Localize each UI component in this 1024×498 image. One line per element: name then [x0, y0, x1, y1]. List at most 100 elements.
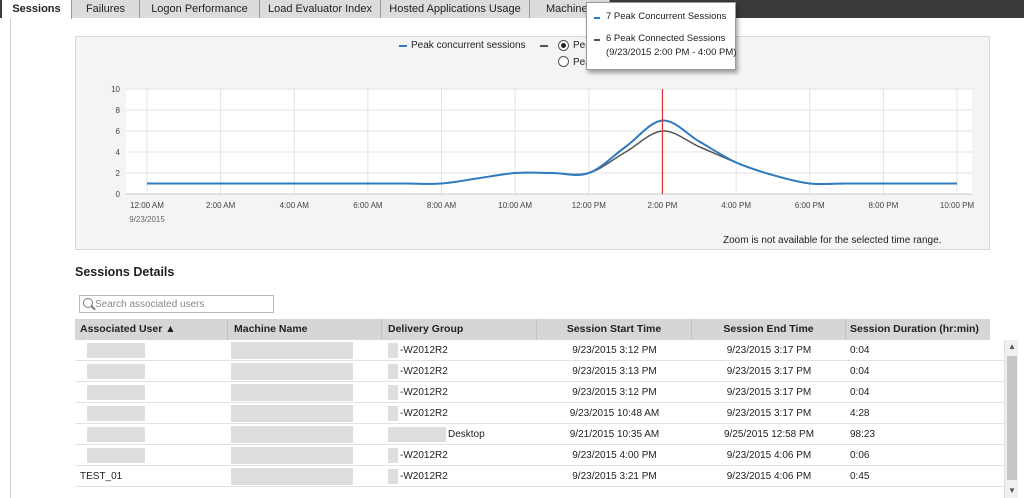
- col-session-duration[interactable]: Session Duration (hr:min): [846, 319, 990, 340]
- redacted-group-prefix: [388, 427, 446, 442]
- scroll-down-icon[interactable]: ▼: [1005, 484, 1019, 498]
- col-session-end-time[interactable]: Session End Time: [692, 319, 846, 340]
- redacted-machine: [231, 342, 353, 359]
- redacted-group-prefix: [388, 469, 398, 484]
- scroll-up-icon[interactable]: ▲: [1005, 340, 1019, 354]
- cell-delivery-group: -W2012R2: [400, 408, 448, 419]
- cell-session-duration: 0:04: [850, 387, 870, 398]
- cell-session-duration: 0:04: [850, 345, 870, 356]
- cell-session-duration: 0:45: [850, 471, 870, 482]
- sessions-chart[interactable]: 0 2 4 6 8 10 12:00 AM 2:00 AM 4:00 AM 6:00 AM 8:00…: [0, 0, 1024, 250]
- redacted-machine: [231, 468, 353, 485]
- col-associated-user[interactable]: Associated User ▲: [75, 319, 228, 340]
- cell-delivery-group: -W2012R2: [400, 387, 448, 398]
- redacted-group-prefix: [388, 406, 398, 421]
- cell-delivery-group: -W2012R2: [400, 450, 448, 461]
- cell-session-duration: 0:04: [850, 366, 870, 377]
- col-delivery-group[interactable]: Delivery Group: [382, 319, 537, 340]
- x-tick-label: 10:00 PM: [940, 201, 975, 210]
- cell-session-start: 9/23/2015 3:12 PM: [572, 387, 657, 398]
- tooltip-connected: 6 Peak Connected Sessions: [606, 33, 726, 44]
- x-tick-label: 8:00 AM: [427, 201, 457, 210]
- tooltip-swatch-concurrent: [594, 17, 600, 19]
- cell-session-start: 9/23/2015 3:13 PM: [572, 366, 657, 377]
- cell-session-duration: 98:23: [850, 429, 876, 440]
- redacted-user: [87, 427, 145, 442]
- chart-tooltip: 7 Peak Concurrent Sessions 6 Peak Connec…: [586, 2, 736, 70]
- redacted-machine: [231, 384, 353, 401]
- cell-user: TEST_01: [80, 471, 123, 482]
- cell-delivery-group: -W2012R2: [400, 366, 448, 377]
- cell-session-end: 9/25/2015 12:58 PM: [723, 429, 815, 440]
- redacted-user: [87, 343, 145, 358]
- x-tick-label: 6:00 AM: [353, 201, 383, 210]
- table-row[interactable]: -W2012R2 9/23/2015 3:13 PM 9/23/2015 3:17 …: [75, 361, 1004, 382]
- x-tick-label: 6:00 PM: [795, 201, 825, 210]
- cell-session-end: 9/23/2015 3:17 PM: [726, 345, 812, 356]
- cell-session-duration: 4:28: [850, 408, 870, 419]
- y-tick-label: 6: [116, 127, 121, 136]
- y-tick-label: 0: [116, 190, 121, 199]
- y-tick-label: 8: [116, 106, 121, 115]
- col-machine-name[interactable]: Machine Name: [228, 319, 382, 340]
- x-tick-label: 4:00 AM: [280, 201, 310, 210]
- x-tick-label: 12:00 PM: [572, 201, 607, 210]
- cell-delivery-group: -W2012R2: [400, 471, 448, 482]
- zoom-note: Zoom is not available for the selected t…: [723, 235, 942, 246]
- redacted-group-prefix: [388, 364, 398, 379]
- redacted-user: [87, 364, 145, 379]
- table-row[interactable]: -W2012R2 9/23/2015 3:12 PM 9/23/2015 3:17 …: [75, 340, 1004, 361]
- cell-session-start: 9/23/2015 3:21 PM: [572, 471, 657, 482]
- x-tick-label: 4:00 PM: [721, 201, 751, 210]
- cell-session-end: 9/23/2015 3:17 PM: [726, 387, 812, 398]
- redacted-machine: [231, 447, 353, 464]
- cell-session-start: 9/23/2015 4:00 PM: [572, 450, 657, 461]
- redacted-user: [87, 448, 145, 463]
- table-scrollbar[interactable]: ▲ ▼: [1004, 340, 1018, 498]
- table-row[interactable]: -W2012R2 9/23/2015 3:12 PM 9/23/2015 3:17 …: [75, 382, 1004, 403]
- redacted-group-prefix: [388, 385, 398, 400]
- plot-area: [126, 89, 972, 194]
- cell-session-end: 9/23/2015 3:17 PM: [726, 408, 812, 419]
- x-tick-label: 10:00 AM: [498, 201, 532, 210]
- cell-delivery-group: -W2012R2: [400, 345, 448, 356]
- table-header: Associated User ▲ Machine Name Delivery …: [75, 319, 990, 340]
- y-tick-label: 10: [111, 85, 120, 94]
- redacted-group-prefix: [388, 448, 398, 463]
- scroll-thumb[interactable]: [1007, 356, 1017, 480]
- cell-delivery-group: Desktop: [448, 429, 485, 440]
- cell-session-start: 9/23/2015 3:12 PM: [572, 345, 657, 356]
- redacted-machine: [231, 426, 353, 443]
- table-row[interactable]: -W2012R2 9/23/2015 4:00 PM 9/23/2015 4:06 …: [75, 445, 1004, 466]
- redacted-user: [87, 406, 145, 421]
- cell-session-end: 9/23/2015 3:17 PM: [726, 366, 812, 377]
- cell-session-end: 9/23/2015 4:06 PM: [726, 450, 812, 461]
- table-row[interactable]: -W2012R2 9/23/2015 10:48 AM 9/23/2015 3:17…: [75, 403, 1004, 424]
- tooltip-concurrent: 7 Peak Concurrent Sessions: [606, 11, 727, 22]
- col-session-start-time[interactable]: Session Start Time: [537, 319, 692, 340]
- table-row[interactable]: Desktop 9/21/2015 10:35 AM 9/25/2015 12:58…: [75, 424, 1004, 445]
- y-tick-label: 4: [116, 148, 121, 157]
- section-title: Sessions Details: [75, 265, 175, 279]
- tooltip-time-range: (9/23/2015 2:00 PM - 4:00 PM): [606, 47, 737, 58]
- tooltip-swatch-connected: [594, 39, 600, 41]
- table-row[interactable]: TEST_01 -W2012R2 9/23/2015 3:21 PM 9/23/201…: [75, 466, 1004, 487]
- redacted-machine: [231, 363, 353, 380]
- x-date-label: 9/23/2015: [129, 215, 165, 224]
- x-tick-label: 2:00 PM: [648, 201, 678, 210]
- search-icon: [83, 298, 93, 308]
- x-tick-label: 8:00 PM: [868, 201, 898, 210]
- cell-session-end: 9/23/2015 4:06 PM: [726, 471, 812, 482]
- cell-session-duration: 0:06: [850, 450, 870, 461]
- cell-session-start: 9/23/2015 10:48 AM: [569, 408, 660, 419]
- x-tick-label: 12:00 AM: [130, 201, 164, 210]
- x-tick-label: 2:00 AM: [206, 201, 236, 210]
- table-body: -W2012R2 9/23/2015 3:12 PM 9/23/2015 3:17 …: [75, 340, 1004, 498]
- y-tick-label: 2: [116, 169, 121, 178]
- cell-session-start: 9/21/2015 10:35 AM: [569, 429, 660, 440]
- redacted-machine: [231, 405, 353, 422]
- redacted-group-prefix: [388, 343, 398, 358]
- redacted-user: [87, 385, 145, 400]
- search-input[interactable]: [95, 297, 270, 311]
- search-box[interactable]: [79, 295, 274, 313]
